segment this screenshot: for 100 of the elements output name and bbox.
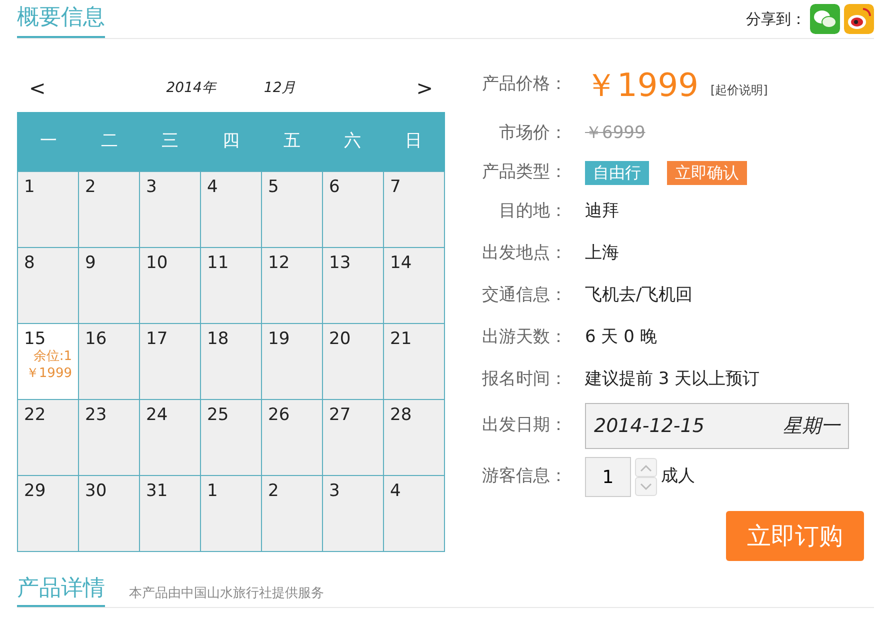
field-label: 产品类型： xyxy=(481,161,568,184)
day-cell[interactable]: 20 xyxy=(323,324,384,400)
day-cell[interactable]: 16 xyxy=(79,324,140,400)
chevron-down-icon xyxy=(640,482,652,490)
day-cell[interactable]: 4 xyxy=(384,476,445,552)
next-month-button[interactable]: > xyxy=(404,73,445,103)
weekday-label: 三 xyxy=(160,130,180,153)
day-cell[interactable]: 25 xyxy=(201,400,262,476)
field-label: 交通信息： xyxy=(481,284,568,308)
price-value: ￥1999 xyxy=(585,65,698,106)
day-cell[interactable]: 27 xyxy=(323,400,384,476)
day-cell[interactable]: 23 xyxy=(79,400,140,476)
chevron-up-icon xyxy=(640,464,652,472)
weekday-label: 日 xyxy=(404,130,424,153)
day-cell[interactable]: 1 xyxy=(18,172,79,248)
field-label: 游客信息： xyxy=(481,465,568,488)
day-cell[interactable]: 15 余位:1 ￥1999 xyxy=(18,324,79,400)
day-cell[interactable]: 6 xyxy=(323,172,384,248)
day-number: 21 xyxy=(390,329,412,350)
day-cell[interactable]: 28 xyxy=(384,400,445,476)
date-value: 2014-12-15 xyxy=(594,414,704,439)
decrement-button[interactable] xyxy=(635,477,657,496)
day-cell[interactable]: 31 xyxy=(140,476,201,552)
unit-label: 成人 xyxy=(661,465,695,488)
day-number: 26 xyxy=(268,405,290,426)
day-cell[interactable]: 8 xyxy=(18,248,79,324)
day-number: 27 xyxy=(329,405,351,426)
price-note-link[interactable]: [起价说明] xyxy=(710,81,768,99)
day-number: 14 xyxy=(390,253,412,274)
day-number: 1 xyxy=(24,177,35,198)
increment-button[interactable] xyxy=(635,458,657,477)
day-cell[interactable]: 5 xyxy=(262,172,323,248)
eye-icon[interactable] xyxy=(844,4,874,34)
weekday-value: 星期一 xyxy=(783,414,840,439)
day-number: 12 xyxy=(268,253,290,274)
day-number: 11 xyxy=(207,253,229,274)
day-cell[interactable]: 22 xyxy=(18,400,79,476)
day-number: 3 xyxy=(329,481,340,502)
day-number: 15 xyxy=(24,329,46,350)
day-number: 4 xyxy=(207,177,218,198)
field-label: 市场价： xyxy=(498,122,568,146)
day-cell[interactable]: 4 xyxy=(201,172,262,248)
day-cell[interactable]: 12 xyxy=(262,248,323,324)
day-cell[interactable]: 26 xyxy=(262,400,323,476)
day-cell[interactable]: 18 xyxy=(201,324,262,400)
quantity-field[interactable]: 1 xyxy=(585,457,631,497)
previous-month-button[interactable]: < xyxy=(17,73,58,103)
day-price: ￥1999 xyxy=(26,366,72,384)
seats-left: 余位:1 xyxy=(33,349,72,366)
day-cell[interactable]: 3 xyxy=(140,172,201,248)
day-number: 1 xyxy=(207,481,218,502)
day-cell[interactable]: 7 xyxy=(384,172,445,248)
day-cell[interactable]: 9 xyxy=(79,248,140,324)
day-number: 8 xyxy=(24,253,35,274)
day-number: 5 xyxy=(268,177,279,198)
day-cell[interactable]: 21 xyxy=(384,324,445,400)
field-label: 报名时间： xyxy=(481,368,568,392)
market-price: ￥6999 xyxy=(585,122,646,146)
day-cell[interactable]: 1 xyxy=(201,476,262,552)
weekday-label: 六 xyxy=(343,130,362,153)
section-title: 产品详情 xyxy=(17,573,105,607)
day-number: 6 xyxy=(329,177,340,198)
day-cell[interactable]: 14 xyxy=(384,248,445,324)
day-cell[interactable]: 10 xyxy=(140,248,201,324)
day-cell[interactable]: 2 xyxy=(262,476,323,552)
weekday-label: 一 xyxy=(38,130,58,153)
day-number: 3 xyxy=(146,177,157,198)
day-number: 2 xyxy=(268,481,279,502)
day-number: 19 xyxy=(268,329,290,350)
day-number: 13 xyxy=(329,253,351,274)
section-title: 概要信息 xyxy=(17,0,105,38)
day-number: 28 xyxy=(390,405,412,426)
type-tag: 立即确认 xyxy=(667,161,747,185)
field-value: 建议提前 3 天以上预订 xyxy=(585,368,760,392)
day-cell[interactable]: 30 xyxy=(79,476,140,552)
day-number: 25 xyxy=(207,405,229,426)
day-cell[interactable]: 24 xyxy=(140,400,201,476)
day-number: 2 xyxy=(85,177,96,198)
day-cell[interactable]: 19 xyxy=(262,324,323,400)
day-cell[interactable]: 11 xyxy=(201,248,262,324)
day-cell[interactable]: 2 xyxy=(79,172,140,248)
chat-bubbles-icon[interactable] xyxy=(810,4,840,34)
type-tag: 自由行 xyxy=(585,161,649,185)
day-number: 23 xyxy=(85,405,107,426)
date-field[interactable]: 2014-12-15 星期一 xyxy=(585,403,849,449)
day-number: 4 xyxy=(390,481,401,502)
field-label: 目的地： xyxy=(498,200,568,224)
field-value: 上海 xyxy=(585,242,619,266)
day-number: 7 xyxy=(390,177,401,198)
month-label: 12月 xyxy=(264,78,296,98)
day-cell[interactable]: 13 xyxy=(323,248,384,324)
day-cell[interactable]: 29 xyxy=(18,476,79,552)
section-subtitle: 本产品由中国山水旅行社提供服务 xyxy=(129,584,324,602)
year-label: 2014年 xyxy=(166,78,216,98)
day-cell[interactable]: 17 xyxy=(140,324,201,400)
field-label: 出发日期： xyxy=(481,414,568,438)
share-label: 分享到： xyxy=(746,8,806,30)
weekday-label: 四 xyxy=(221,130,240,153)
day-cell[interactable]: 3 xyxy=(323,476,384,552)
field-label: 出发地点： xyxy=(481,242,568,266)
